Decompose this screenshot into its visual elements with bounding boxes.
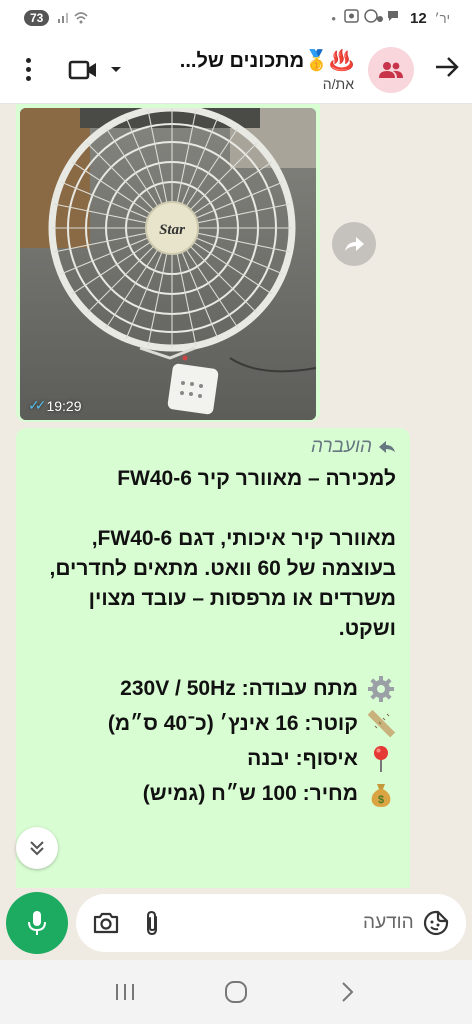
chat-title-block[interactable]: ♨️🥇מתכונים של... את/ה — [122, 48, 368, 92]
message-time: 19:29 — [46, 397, 82, 414]
pin-icon — [366, 744, 396, 774]
back-nav-button[interactable] — [327, 972, 367, 1012]
money-bag-icon: $ — [366, 779, 396, 809]
double-chevron-down-icon — [30, 841, 44, 856]
composer-bar — [0, 888, 472, 960]
chevron-down-icon — [111, 66, 121, 72]
video-camera-icon — [68, 60, 96, 79]
text-message[interactable]: הועברה למכירה – מאוורר קיר FW40-6 מאוורר… — [16, 428, 410, 890]
svg-text:$: $ — [378, 794, 384, 806]
read-ticks-icon: ✓✓ — [28, 397, 47, 413]
attach-button[interactable] — [136, 910, 168, 936]
message-body: למכירה – מאוורר קיר FW40-6 מאוורר קיר אי… — [32, 464, 396, 809]
signal-icon — [57, 10, 91, 27]
gear-icon — [366, 674, 396, 704]
forwarded-label: הועברה — [32, 436, 396, 458]
detail-voltage: מתח עבודה: 230V / 50Hz — [32, 674, 396, 704]
ruler-icon — [366, 709, 396, 739]
share-arrow-icon — [345, 237, 364, 251]
chevron-right-icon — [341, 982, 354, 1002]
fan-photo[interactable]: Star ✓✓ 19:29 — [20, 108, 316, 420]
notification-icons — [344, 8, 402, 28]
video-call-button[interactable] — [68, 59, 122, 81]
detail-pickup: איסוף: יבנה — [32, 744, 396, 774]
chat-subtitle: את/ה — [322, 75, 354, 92]
system-nav-bar — [0, 960, 472, 1024]
battery-indicator: 73 — [24, 10, 50, 26]
forward-button[interactable] — [332, 222, 376, 266]
paperclip-icon — [147, 910, 158, 936]
clock: 12 — [409, 9, 427, 27]
camera-button[interactable] — [90, 911, 122, 935]
forwarded-icon — [379, 441, 395, 453]
sticker-button[interactable] — [420, 910, 452, 936]
home-icon — [224, 981, 247, 1003]
arrow-right-icon — [436, 57, 459, 77]
scroll-to-bottom-button[interactable] — [16, 827, 58, 869]
sticker-icon — [423, 910, 448, 936]
image-message[interactable]: Star ✓✓ 19:29 — [16, 104, 320, 422]
fan-brand-logo: Star — [159, 222, 185, 238]
home-button[interactable] — [216, 972, 256, 1012]
message-heading: למכירה – מאוורר קיר FW40-6 — [117, 467, 396, 490]
chat-title-text: מתכונים של... — [179, 49, 305, 72]
back-button[interactable] — [426, 56, 460, 83]
forwarded-text: הועברה — [310, 436, 372, 457]
detail-price: $ מחיר: 100 ש״ח (גמיש) — [32, 779, 396, 809]
group-icon — [379, 61, 403, 78]
message-meta: ✓✓ 19:29 — [28, 397, 82, 414]
voice-record-button[interactable] — [6, 892, 68, 954]
message-paragraph: מאוורר קיר איכותי, דגם FW40-6, בעוצמה של… — [49, 527, 396, 640]
detail-text: מחיר: 100 ש״ח (גמיש) — [142, 782, 358, 805]
avatar[interactable] — [368, 46, 414, 93]
message-input[interactable] — [168, 912, 420, 934]
status-left: 73 — [24, 10, 91, 27]
chat-header: ♨️🥇מתכונים של... את/ה — [0, 36, 472, 104]
clock-suffix: יר׳ — [434, 10, 450, 26]
microphone-icon — [28, 911, 46, 935]
status-bar: 73 • 12 יר׳ — [0, 0, 472, 36]
recent-apps-button[interactable] — [105, 972, 145, 1012]
recents-icon — [116, 984, 135, 1000]
status-right: • 12 יר׳ — [331, 8, 450, 28]
detail-text: איסוף: יבנה — [247, 747, 358, 770]
chat-title: ♨️🥇מתכונים של... — [122, 48, 354, 73]
detail-text: מתח עבודה: 230V / 50Hz — [120, 677, 358, 700]
more-options-icon[interactable] — [12, 58, 44, 81]
notification-dot: • — [331, 10, 336, 26]
camera-icon — [94, 912, 119, 934]
title-emojis: ♨️🥇 — [304, 49, 354, 72]
message-input-box — [76, 894, 466, 952]
detail-diameter: קוטר: 16 אינץ׳ (כ־40 ס״מ) — [32, 709, 396, 739]
detail-text: קוטר: 16 אינץ׳ (כ־40 ס״מ) — [107, 712, 358, 735]
